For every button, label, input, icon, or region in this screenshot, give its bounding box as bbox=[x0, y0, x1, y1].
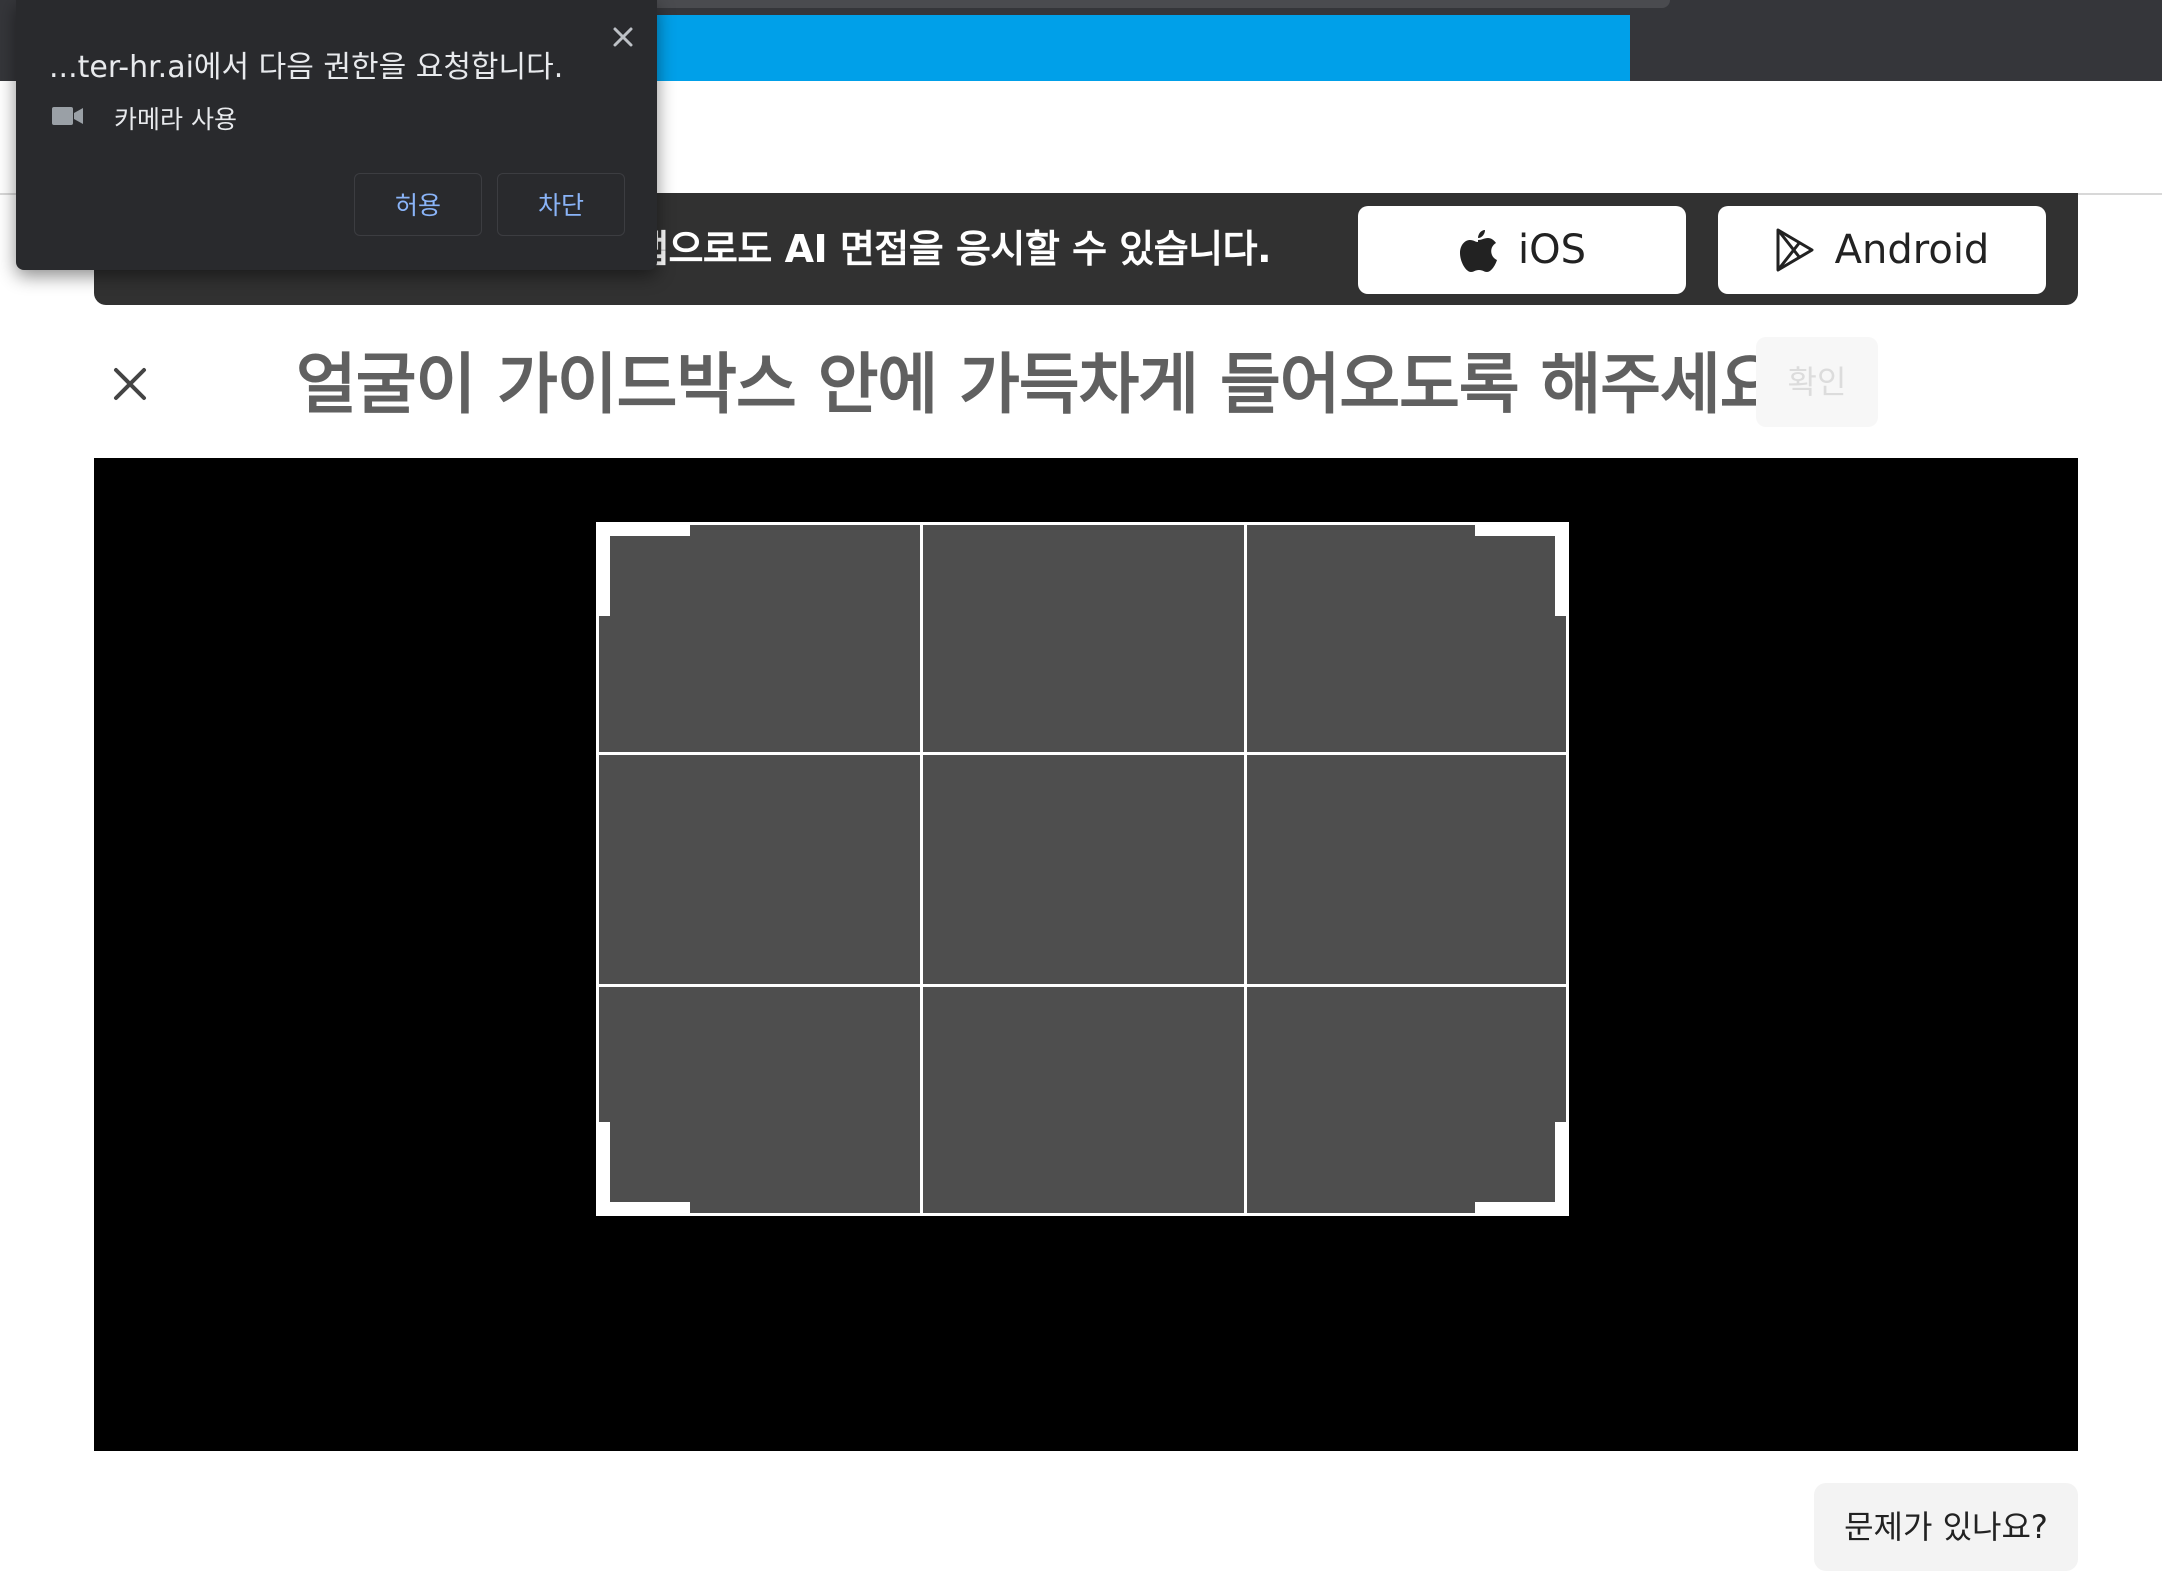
face-guide-box bbox=[596, 522, 1569, 1216]
page-title: 얼굴이 가이드박스 안에 가득차게 들어오도록 해주세요 bbox=[296, 346, 1780, 423]
banner-text: 앱으로도 AI 면접을 응시할 수 있습니다. bbox=[634, 227, 1272, 271]
guide-corner bbox=[596, 1122, 690, 1216]
allow-button[interactable]: 허용 bbox=[354, 173, 482, 236]
loading-progress-bar bbox=[657, 15, 1630, 81]
help-button[interactable]: 문제가 있나요? bbox=[1814, 1483, 2078, 1571]
apple-icon bbox=[1458, 227, 1498, 273]
camera-preview bbox=[94, 458, 2078, 1451]
permission-title: ...ter-hr.ai에서 다음 권한을 요청합니다. bbox=[49, 50, 564, 85]
camera-icon bbox=[52, 105, 84, 131]
guide-grid-line bbox=[599, 752, 1566, 755]
guide-corner bbox=[1475, 522, 1569, 616]
guide-grid-line bbox=[1244, 525, 1247, 1213]
permission-popup: ...ter-hr.ai에서 다음 권한을 요청합니다. 카메라 사용 허용 차… bbox=[16, 0, 657, 270]
close-icon[interactable] bbox=[106, 360, 154, 408]
permission-label: 카메라 사용 bbox=[114, 105, 237, 134]
ios-label: iOS bbox=[1518, 227, 1586, 273]
guide-grid-line bbox=[920, 525, 923, 1213]
ios-download-button[interactable]: iOS bbox=[1358, 206, 1686, 294]
permission-item: 카메라 사용 bbox=[52, 100, 237, 136]
close-icon[interactable] bbox=[608, 22, 638, 52]
block-button[interactable]: 차단 bbox=[497, 173, 625, 236]
confirm-button[interactable]: 확인 bbox=[1756, 337, 1878, 427]
guide-corner bbox=[1475, 1122, 1569, 1216]
android-download-button[interactable]: Android bbox=[1718, 206, 2046, 294]
guide-corner bbox=[596, 522, 690, 616]
android-label: Android bbox=[1834, 227, 1990, 273]
guide-grid-line bbox=[599, 984, 1566, 987]
play-store-icon bbox=[1775, 228, 1815, 272]
